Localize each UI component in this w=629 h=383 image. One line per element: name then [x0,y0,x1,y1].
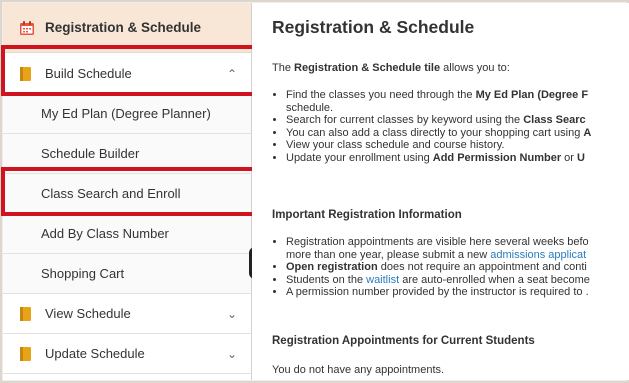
sidebar-item-shopping-cart[interactable]: Shopping Cart [3,254,251,294]
list-item-bold[interactable]: My Ed Plan (Degree F [476,89,588,101]
list-item-text: Registration appointments are visible he… [286,236,589,248]
list-item-text: Students on the [286,273,367,286]
sidebar-group-build-schedule[interactable]: Build Schedule ⌃ [3,54,251,94]
sidebar-group-label: View Schedule [45,306,131,321]
appointments-heading: Registration Appointments for Current St… [272,335,535,347]
waitlist-link[interactable]: waitlist [366,274,399,286]
list-item-text: View your class schedule and course hist… [286,139,505,151]
book-icon [19,306,33,322]
intro-text: The Registration & Schedule tile allows … [272,62,510,74]
list-item: Open registration does not require an ap… [286,261,590,274]
list-item: You can also add a class directly to you… [286,127,591,140]
sidebar-group-update-schedule[interactable]: Update Schedule ⌄ [3,334,251,374]
list-item-text: A permission number provided by the inst… [286,286,589,298]
list-item-bold[interactable]: A [583,127,591,139]
important-list: Registration appointments are visible he… [272,236,590,299]
book-icon [19,346,33,362]
list-item: Search for current classes by keyword us… [286,114,591,127]
sidebar-item-ed-plan[interactable]: My Ed Plan (Degree Planner) [3,94,251,134]
sidebar-item-label: Class Search and Enroll [41,186,181,201]
sidebar-group-label: Build Schedule [45,66,132,81]
list-item-text: Find the classes you need through the [286,89,476,101]
list-item: Find the classes you need through the My… [286,89,591,102]
sidebar-item-add-by-number[interactable]: Add By Class Number [3,214,251,254]
intro-pre: The [272,62,295,74]
calendar-icon [19,20,35,36]
chevron-up-icon[interactable]: ⌃ [227,67,237,81]
sidebar-item-label: Add By Class Number [41,226,169,241]
intro-post: allows you to: [440,62,510,74]
list-item-text: are auto-enrolled when a seat become [399,273,590,286]
list-item: Registration appointments are visible he… [286,236,590,249]
sidebar-item-schedule-builder[interactable]: Schedule Builder [3,134,251,174]
list-item: View your class schedule and course hist… [286,139,591,152]
page-title: Registration & Schedule [272,17,475,37]
sidebar-item-class-search[interactable]: Class Search and Enroll [3,174,251,214]
sidebar: Registration & Schedule Build Schedule ⌃… [3,3,252,380]
list-item-text: You can also add a class directly to you… [286,126,584,139]
sidebar-item-label: Shopping Cart [41,266,125,281]
list-item-bold[interactable]: Add Permission Number [433,152,561,164]
sidebar-group-view-schedule[interactable]: View Schedule ⌄ [3,294,251,334]
admissions-link[interactable]: admissions applicat [490,249,586,261]
features-list: Find the classes you need through the My… [272,89,591,164]
important-heading: Important Registration Information [272,209,462,221]
list-item: Students on the waitlist are auto-enroll… [286,274,590,287]
chevron-down-icon[interactable]: ⌄ [227,347,237,361]
main-content: Registration & Schedule The Registration… [252,3,629,380]
list-item-text: Update your enrollment using [286,151,433,164]
list-item-text: more than one year, please submit a new [286,248,491,261]
list-item: A permission number provided by the inst… [286,286,590,299]
list-item: Update your enrollment using Add Permiss… [286,152,591,165]
sidebar-group-label: Update Schedule [45,346,145,361]
chevron-down-icon[interactable]: ⌄ [227,307,237,321]
list-item: schedule. [286,102,591,115]
sidebar-header-label: Registration & Schedule [45,20,202,35]
list-item-text: schedule. [286,101,334,114]
intro-bold: Registration & Schedule tile [294,62,441,74]
list-item-bold[interactable]: Class Searc [523,114,585,126]
list-item-bold: Open registration [286,261,378,273]
list-item: more than one year, please submit a new … [286,249,590,262]
book-icon [19,66,33,82]
list-item-bold[interactable]: U [577,152,585,164]
sidebar-item-label: My Ed Plan (Degree Planner) [41,106,211,121]
list-item-text: does not require an appointment and cont… [377,261,587,273]
list-item-text: or [561,151,578,164]
list-item-text: Search for current classes by keyword us… [286,114,524,126]
sidebar-item-label: Schedule Builder [41,146,140,161]
sidebar-header[interactable]: Registration & Schedule [3,3,251,53]
no-appointments-text: You do not have any appointments. [272,364,445,376]
